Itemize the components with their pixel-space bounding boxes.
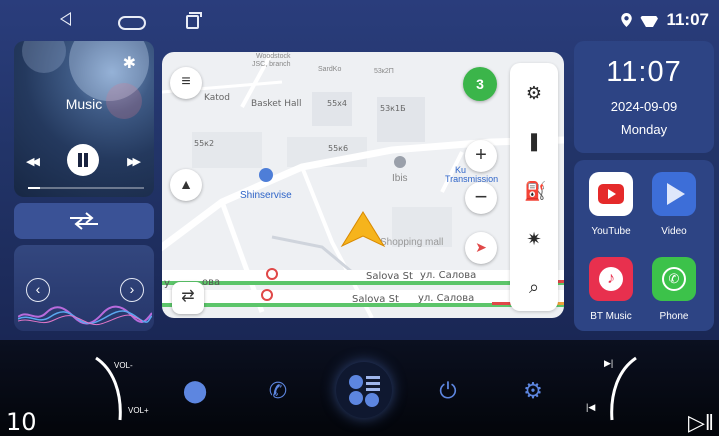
swap-arrows-icon [70,212,98,230]
app-name: Video [661,226,687,237]
street-label-left: у [164,278,170,289]
app-video[interactable]: Video [644,172,704,237]
app-bt-music[interactable]: ♪ BT Music [581,257,641,322]
clock-day: Monday [620,122,668,137]
youtube-icon [589,172,633,216]
apps-grid-icon [349,375,380,407]
status-indicators: 11:07 [621,10,709,30]
volume-up-label: VOL+ [128,406,149,415]
next-track-icon[interactable]: ▶▶ [127,155,141,168]
warning-icon[interactable]: ▲ [170,169,202,201]
app-phone[interactable]: ✆ Phone [644,257,704,322]
street-label-2: Salova St [352,294,399,305]
poi-shopping-mall[interactable]: Shopping mall [380,237,443,248]
pause-button[interactable] [67,144,99,176]
navigation-map[interactable]: Woodstock JSC, branch SardKo 53к2П Katod… [162,52,564,318]
poi-pin-icon[interactable] [259,168,273,182]
status-bar: 11:07 [0,0,719,40]
location-icon[interactable]: ⬤ [181,378,209,404]
map-label-53k2p: 53к2П [374,68,394,75]
music-progress-bar[interactable] [28,187,144,189]
app-name: Phone [659,311,689,322]
speed-badge[interactable]: 3 [463,67,497,101]
app-name: YouTube [591,226,631,237]
location-icon [621,13,633,27]
map-label-katod: Katod [204,93,231,103]
street-label-1-ru: ул. Салова [420,270,477,281]
app-name: BT Music [590,311,632,322]
map-label-55k6: 55к6 [328,144,349,153]
play-pause-icon[interactable]: ▷‖ [688,410,714,436]
camera-marker-icon[interactable] [261,289,273,301]
map-label-basket-hall: Basket Hall [251,99,302,109]
street-label-1: Salova St [366,271,413,282]
next-track-icon[interactable]: ▶| [604,358,613,369]
poi-transmission-b[interactable]: Transmission [445,174,498,184]
clock-time: 11:07 [606,56,682,88]
music-title: Music [65,96,103,112]
route-icon[interactable]: ⇄ [172,282,204,314]
compass-icon[interactable]: ➤ [465,232,497,264]
bluetooth-icon: ✱ [122,55,136,72]
zoom-out-button[interactable]: − [465,182,497,214]
map-label-55k2: 55к2 [194,139,215,148]
menu-icon[interactable]: ≡ [170,67,202,99]
bt-music-icon: ♪ [589,257,633,301]
corner-number: 10 [6,408,37,436]
poi-ibis[interactable]: Ibis [392,173,408,184]
street-label-2-ru: ул. Салова [418,293,475,304]
traffic-icon[interactable]: ✷ [524,229,544,249]
map-label-jsc-branch: JSC, branch [252,61,291,68]
zoom-in-button[interactable]: + [465,140,497,172]
power-icon[interactable]: ⏻ [434,378,462,404]
map-label-55k4: 55x4 [327,99,348,108]
gas-station-icon[interactable]: ⛽ [524,181,546,201]
previous-track-icon[interactable]: |◀ [586,402,595,413]
map-side-toolbar: ⚙ ❚ ⛽ ✷ ⌕ [510,63,558,311]
previous-track-icon[interactable]: ◀◀ [26,155,40,168]
video-icon [652,172,696,216]
poi-shinservise[interactable]: Shinservise [240,190,292,201]
map-label-sardko: SardKo [318,66,342,73]
settings-icon[interactable]: ⚙ [524,83,544,103]
recent-apps-icon[interactable] [186,12,202,29]
music-widget[interactable]: ✱ Music ◀◀ ▶▶ [14,41,154,197]
apps-grid-button[interactable] [336,362,392,418]
app-youtube[interactable]: YouTube [581,172,641,237]
vehicle-position-icon [340,211,386,248]
clock-widget: 11:07 2024-09-09 Monday [574,41,714,153]
app-shortcuts: YouTube Video ♪ BT Music ✆ Phone [574,160,714,331]
head-unit-screen: 11:07 ✱ Music ◀◀ ▶▶ ‹ › Woodstock JSC, b… [0,0,719,340]
radio-widget[interactable]: ‹ › [14,245,154,331]
search-icon[interactable]: ⌕ [524,277,544,297]
music-progress-fill [28,187,40,189]
clock-date: 2024-09-09 [610,99,678,114]
phone-icon[interactable]: ✆ [264,378,292,404]
bookmark-icon[interactable]: ❚ [524,131,544,151]
camera-marker-icon[interactable] [266,268,278,280]
bottom-dock: VOL- VOL+ ⬤ ✆ ⏻ ⚙ ▶| |◀ 10 ▷‖ [0,340,719,436]
seek-knob-arc[interactable] [590,354,640,424]
map-canvas [162,52,564,318]
settings-icon[interactable]: ⚙ [519,378,547,404]
home-icon[interactable] [118,16,146,30]
back-icon[interactable] [60,12,71,26]
swap-layout-button[interactable] [14,203,154,239]
map-label-woodstock: Woodstock [256,53,291,60]
volume-down-label: VOL- [114,361,133,370]
music-controls: ◀◀ ▶▶ [14,144,154,176]
phone-icon: ✆ [652,257,696,301]
waveform-graphic [18,305,152,326]
wifi-icon [640,13,658,27]
hotel-icon[interactable] [394,156,406,168]
map-label-53k1b: 53к1Б [380,104,406,113]
street-label-left-2: ова [202,277,221,288]
status-time: 11:07 [666,10,709,29]
